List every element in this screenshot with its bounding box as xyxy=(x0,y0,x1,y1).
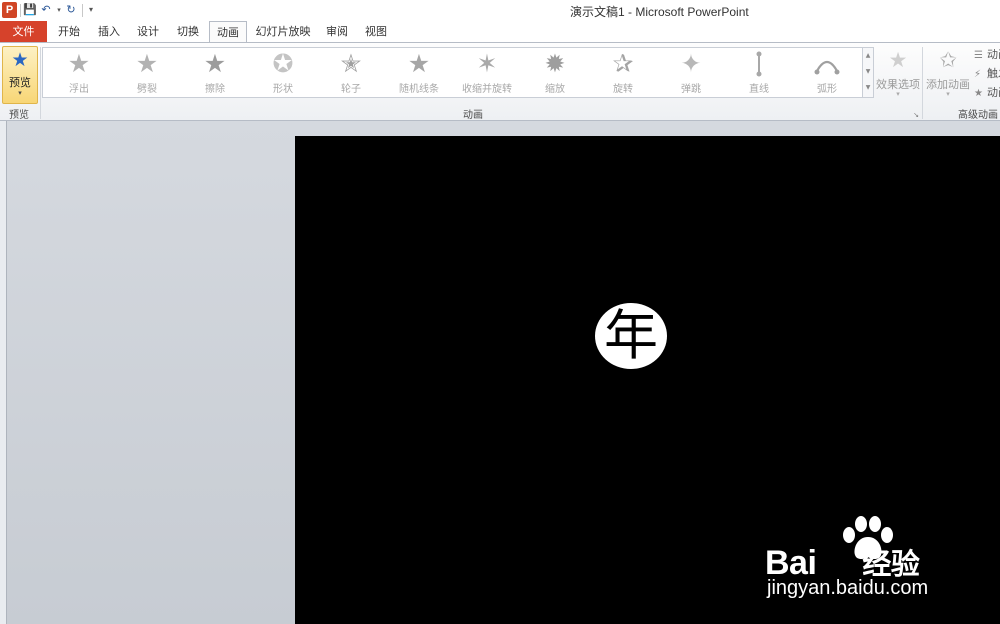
group-label-preview: 预览 xyxy=(9,110,29,121)
baidu-watermark: Bai 经验 jingyan.baidu.com xyxy=(765,515,955,610)
ribbon: ★ 预览 ▾ 预览 ★ 浮出 ★ 劈裂 ★ 擦除 ✪ 形状 ✭ 轮子 ★ 随机线… xyxy=(0,42,1000,121)
effect-options-button[interactable]: ★ 效果选项 ▾ xyxy=(875,46,921,104)
chevron-down-icon: ▾ xyxy=(896,90,900,98)
animated-text: 年 xyxy=(604,304,658,367)
group-separator xyxy=(40,47,41,119)
add-animation-button[interactable]: ✩ 添加动画 ▾ xyxy=(925,46,971,104)
star-random-bars-icon: ★ xyxy=(407,49,431,78)
trigger-icon: ⚡ xyxy=(974,69,982,80)
animation-bounce[interactable]: ✦ 弹跳 xyxy=(657,48,725,97)
slide-thumbnail-pane[interactable] xyxy=(0,121,7,624)
tab-view[interactable]: 视图 xyxy=(359,21,393,42)
preview-button-label: 预览 xyxy=(9,76,31,89)
star-shape-icon: ✪ xyxy=(272,49,294,78)
animation-shrink-turn[interactable]: ✶ 收缩并旋转 xyxy=(453,48,521,97)
tab-review[interactable]: 审阅 xyxy=(320,21,354,42)
scroll-down-icon[interactable]: ▼ xyxy=(863,64,873,80)
arc-path-icon xyxy=(793,51,861,77)
tab-insert[interactable]: 插入 xyxy=(92,21,126,42)
redo-icon[interactable]: ↻ xyxy=(64,2,78,18)
preview-button[interactable]: ★ 预览 ▾ xyxy=(2,46,38,104)
gallery-scrollbar[interactable]: ▲ ▼ ▼ xyxy=(863,47,874,98)
tab-design[interactable]: 设计 xyxy=(131,21,165,42)
animation-label: 劈裂 xyxy=(137,84,157,95)
animation-label: 浮出 xyxy=(69,84,89,95)
animation-label: 擦除 xyxy=(205,84,225,95)
star-split-icon: ★ xyxy=(135,49,159,78)
animation-arc-path[interactable]: 弧形 xyxy=(793,48,861,97)
animation-painter-icon: ★ xyxy=(974,88,983,99)
animation-pane-label: 动画窗格 xyxy=(987,48,1000,61)
star-float-icon: ★ xyxy=(67,49,91,78)
animation-wheel[interactable]: ✭ 轮子 xyxy=(317,48,385,97)
powerpoint-logo-icon[interactable]: P xyxy=(2,2,17,18)
animation-shape[interactable]: ✪ 形状 xyxy=(249,48,317,97)
group-separator xyxy=(922,47,923,119)
animated-shape[interactable]: 年 xyxy=(595,303,667,369)
quick-access-separator xyxy=(20,4,21,17)
animation-label: 轮子 xyxy=(341,84,361,95)
animation-label: 弧形 xyxy=(817,84,837,95)
watermark-brand: Bai 经验 xyxy=(765,541,955,582)
preview-star-icon: ★ xyxy=(11,49,29,71)
tab-slideshow[interactable]: 幻灯片放映 xyxy=(252,21,314,42)
chevron-down-icon: ▾ xyxy=(18,89,22,97)
window-title: 演示文稿1 - Microsoft PowerPoint xyxy=(570,5,749,19)
tab-transitions[interactable]: 切换 xyxy=(171,21,205,42)
line-path-icon xyxy=(725,51,793,77)
chevron-down-icon: ▾ xyxy=(946,90,950,98)
undo-icon[interactable]: ↶ xyxy=(39,2,53,18)
animation-painter-label: 动画刷 xyxy=(987,86,1000,99)
animation-split[interactable]: ★ 劈裂 xyxy=(113,48,181,97)
animation-label: 弹跳 xyxy=(681,84,701,95)
tab-home[interactable]: 开始 xyxy=(52,21,86,42)
animation-swivel[interactable]: ✰ 旋转 xyxy=(589,48,657,97)
group-label-advanced-animation: 高级动画 xyxy=(958,110,998,121)
animation-label: 旋转 xyxy=(613,84,633,95)
effect-options-star-icon: ★ xyxy=(888,48,908,72)
watermark-url: jingyan.baidu.com xyxy=(767,577,929,599)
animation-line-path[interactable]: 直线 xyxy=(725,48,793,97)
tab-file[interactable]: 文件 xyxy=(0,21,47,42)
scroll-up-icon[interactable]: ▲ xyxy=(863,48,873,64)
trigger-button[interactable]: ⚡ 触发 xyxy=(974,66,1000,82)
dialog-launcher-icon[interactable]: ↘ xyxy=(912,111,920,119)
quick-access-separator xyxy=(82,4,83,17)
animation-label: 随机线条 xyxy=(399,84,439,95)
watermark-brand-suffix: 经验 xyxy=(862,547,920,581)
animation-random-bars[interactable]: ★ 随机线条 xyxy=(385,48,453,97)
gallery-more-icon[interactable]: ▼ xyxy=(863,80,873,96)
animation-label: 收缩并旋转 xyxy=(462,84,512,95)
ribbon-tab-row: 文件 开始 插入 设计 切换 动画 幻灯片放映 审阅 视图 xyxy=(0,21,1000,43)
save-icon[interactable]: 💾 xyxy=(23,2,37,18)
animation-label: 缩放 xyxy=(545,84,565,95)
animation-label: 形状 xyxy=(273,84,293,95)
star-swivel-icon: ✰ xyxy=(612,49,634,78)
animation-zoom[interactable]: ✹ 缩放 xyxy=(521,48,589,97)
star-bounce-icon: ✦ xyxy=(680,49,702,78)
animation-gallery: ★ 浮出 ★ 劈裂 ★ 擦除 ✪ 形状 ✭ 轮子 ★ 随机线条 ✶ 收缩并旋转 … xyxy=(42,47,863,98)
star-zoom-icon: ✹ xyxy=(544,49,566,78)
title-bar: P 💾 ↶ ▾ ↻ ▾ 演示文稿1 - Microsoft PowerPoint xyxy=(0,0,1000,22)
star-wipe-icon: ★ xyxy=(203,49,227,78)
trigger-label: 触发 xyxy=(987,67,1000,80)
star-shrink-turn-icon: ✶ xyxy=(476,49,498,78)
star-wheel-icon: ✭ xyxy=(340,49,362,78)
animation-pane-icon: ☰ xyxy=(974,50,983,61)
group-label-animation: 动画 xyxy=(463,110,483,121)
animation-wipe[interactable]: ★ 擦除 xyxy=(181,48,249,97)
animation-painter-button[interactable]: ★ 动画刷 xyxy=(974,85,1000,101)
animation-float-in[interactable]: ★ 浮出 xyxy=(45,48,113,97)
animation-pane-button[interactable]: ☰ 动画窗格 xyxy=(974,47,1000,63)
customize-dropdown-icon[interactable]: ▾ xyxy=(84,2,98,18)
tab-animations[interactable]: 动画 xyxy=(209,21,247,43)
animation-label: 直线 xyxy=(749,84,769,95)
add-animation-star-icon: ✩ xyxy=(939,48,957,72)
